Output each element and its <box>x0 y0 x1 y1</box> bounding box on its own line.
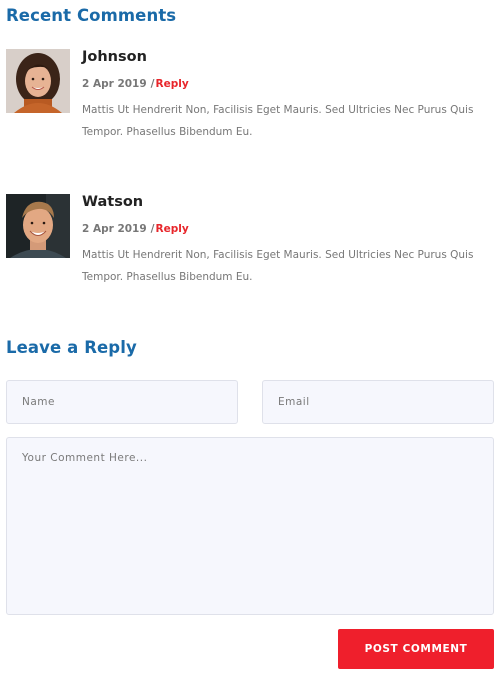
reply-link[interactable]: Reply <box>156 78 189 90</box>
avatar <box>6 49 70 113</box>
comment-author: Johnson <box>82 49 147 65</box>
comment-date: 2 Apr 2019 <box>82 223 147 235</box>
email-field[interactable] <box>262 380 494 424</box>
post-comment-button[interactable]: POST COMMENT <box>338 629 494 669</box>
leave-reply-title: Leave a Reply <box>6 338 137 357</box>
comment-meta: 2 Apr 2019/Reply <box>82 223 189 235</box>
meta-separator: / <box>150 223 155 235</box>
recent-comments-title: Recent Comments <box>6 6 177 25</box>
comment-author: Watson <box>82 194 144 210</box>
comment-date: 2 Apr 2019 <box>82 78 147 90</box>
man-avatar-icon <box>6 194 70 258</box>
comment-text: Mattis Ut Hendrerit Non, Facilisis Eget … <box>82 104 474 138</box>
comment-item: Johnson 2 Apr 2019/Reply Mattis Ut Hendr… <box>6 49 493 159</box>
reply-link[interactable]: Reply <box>156 223 189 235</box>
name-field[interactable] <box>6 380 238 424</box>
meta-separator: / <box>150 78 155 90</box>
comment-item: Watson 2 Apr 2019/Reply Mattis Ut Hendre… <box>6 194 493 304</box>
avatar <box>6 194 70 258</box>
comment-text: Mattis Ut Hendrerit Non, Facilisis Eget … <box>82 249 474 283</box>
comment-field[interactable] <box>6 437 494 615</box>
comment-meta: 2 Apr 2019/Reply <box>82 78 189 90</box>
woman-avatar-icon <box>6 49 70 113</box>
